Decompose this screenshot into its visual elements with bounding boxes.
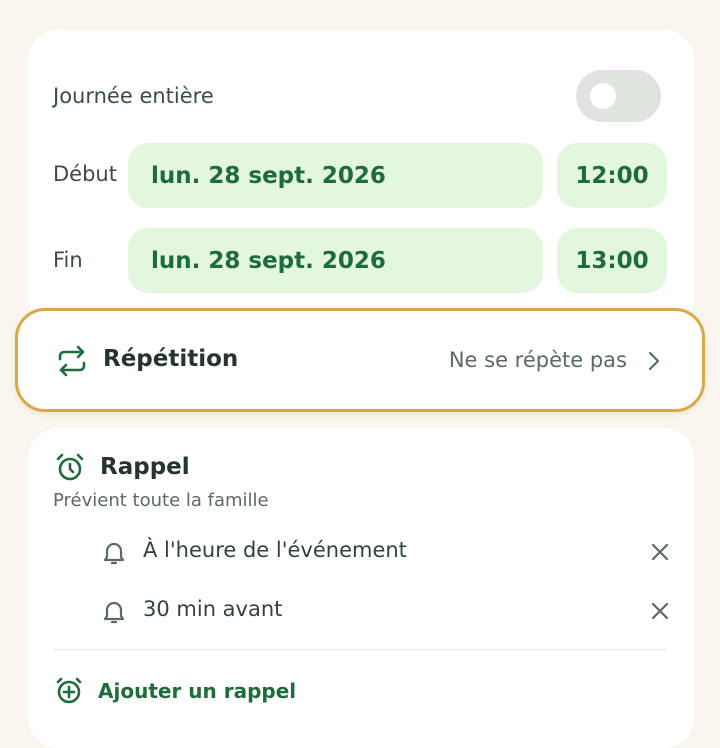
add-alarm-icon[interactable]	[55, 677, 83, 709]
start-label: Début	[53, 162, 117, 186]
all-day-toggle[interactable]	[576, 70, 661, 122]
alarm-clock-icon	[55, 453, 85, 487]
end-date-button[interactable]: lun. 28 sept. 2026	[128, 228, 543, 293]
close-icon[interactable]	[650, 542, 670, 566]
end-time-value: 13:00	[575, 247, 649, 274]
toggle-knob	[590, 83, 616, 109]
bell-icon	[102, 599, 126, 629]
reminder-item-label: 30 min avant	[143, 597, 283, 621]
start-time-value: 12:00	[575, 162, 649, 189]
repeat-value: Ne se répète pas	[448, 348, 627, 372]
start-date-value: lun. 28 sept. 2026	[151, 162, 386, 189]
all-day-label: Journée entière	[53, 84, 214, 108]
bell-icon	[102, 540, 126, 570]
start-date-button[interactable]: lun. 28 sept. 2026	[128, 143, 543, 208]
end-date-value: lun. 28 sept. 2026	[151, 247, 386, 274]
repeat-icon	[56, 345, 88, 381]
reminder-item: 30 min avant	[100, 597, 680, 627]
repeat-row[interactable]: Répétition Ne se répète pas	[15, 308, 705, 412]
reminder-subtitle: Prévient toute la famille	[53, 490, 269, 511]
close-icon[interactable]	[650, 601, 670, 625]
reminder-title: Rappel	[100, 454, 190, 480]
end-label: Fin	[53, 248, 83, 272]
end-time-button[interactable]: 13:00	[557, 228, 667, 293]
reminder-item-label: À l'heure de l'événement	[143, 538, 407, 562]
divider	[53, 649, 667, 650]
chevron-right-icon	[648, 351, 660, 375]
add-reminder-button[interactable]: Ajouter un rappel	[98, 679, 296, 703]
start-time-button[interactable]: 12:00	[557, 143, 667, 208]
reminder-item: À l'heure de l'événement	[100, 538, 680, 568]
repeat-title: Répétition	[103, 346, 239, 372]
